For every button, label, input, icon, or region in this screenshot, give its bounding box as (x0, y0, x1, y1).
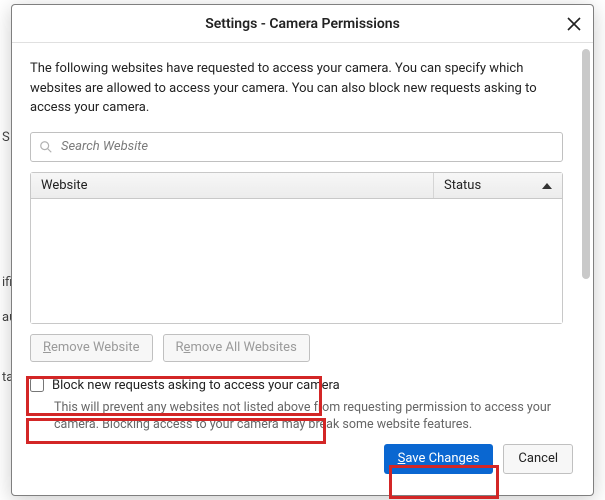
search-input[interactable] (30, 132, 563, 162)
table-body-empty (31, 199, 562, 323)
remove-website-button[interactable]: Remove Website (30, 334, 153, 362)
dialog-titlebar: Settings - Camera Permissions (12, 5, 593, 43)
remove-all-websites-button[interactable]: Remove All Websites (163, 334, 310, 362)
sort-indicator-icon (542, 183, 552, 189)
column-website[interactable]: Website (31, 173, 434, 198)
dialog-title: Settings - Camera Permissions (205, 16, 400, 32)
scrollbar-thumb[interactable] (582, 49, 590, 279)
block-requests-hint: This will prevent any websites not liste… (54, 399, 563, 434)
block-requests-checkbox[interactable] (30, 378, 44, 392)
block-requests-row: Block new requests asking to access your… (30, 378, 575, 393)
search-container (30, 132, 563, 162)
cancel-button[interactable]: Cancel (503, 444, 573, 474)
settings-dialog: Settings - Camera Permissions The follow… (11, 4, 594, 496)
dialog-body: The following websites have requested to… (12, 43, 593, 495)
block-requests-label[interactable]: Block new requests asking to access your… (52, 378, 340, 393)
close-icon (567, 17, 581, 31)
remove-buttons-row: Remove Website Remove All Websites (30, 334, 575, 362)
close-button[interactable] (563, 13, 585, 35)
save-changes-button[interactable]: Save Changes (384, 444, 494, 474)
table-header: Website Status (31, 173, 562, 199)
column-status[interactable]: Status (434, 173, 562, 198)
description-text: The following websites have requested to… (30, 59, 563, 118)
dialog-footer: Save Changes Cancel (30, 444, 575, 474)
search-icon (39, 140, 53, 154)
permissions-table: Website Status (30, 172, 563, 324)
